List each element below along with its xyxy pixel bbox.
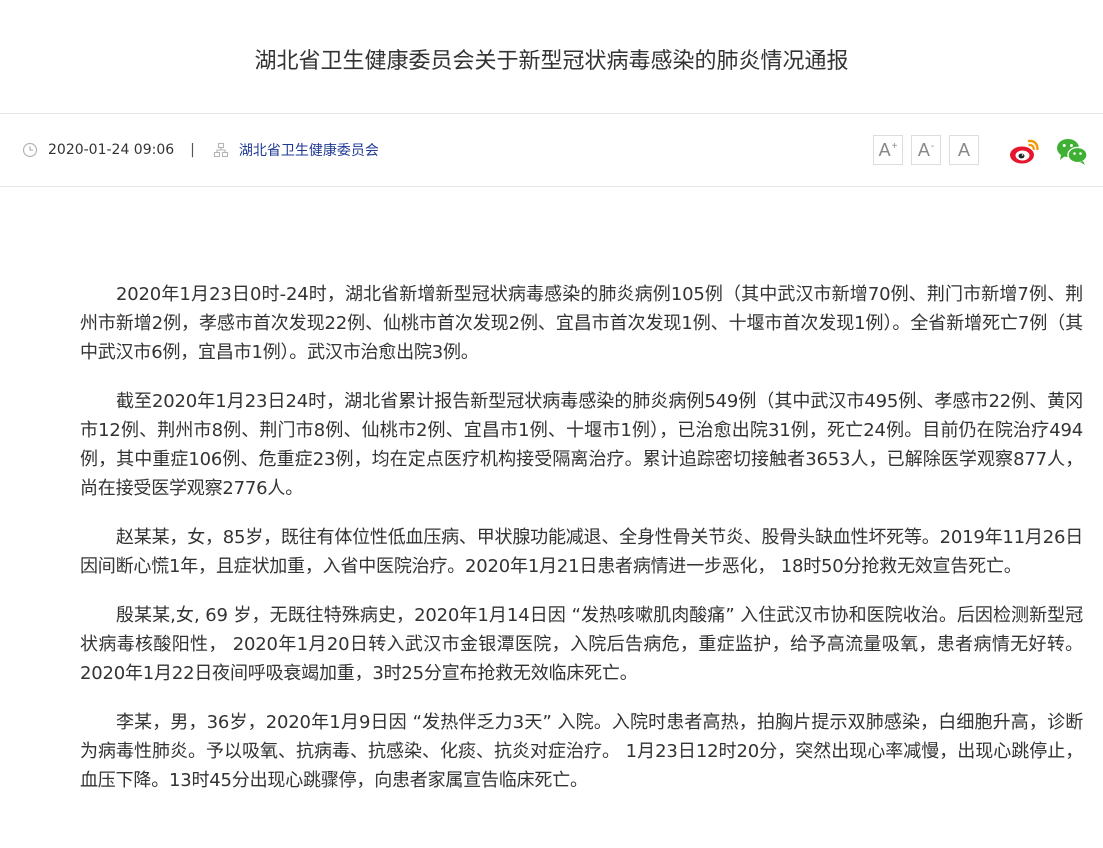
publish-date: 2020-01-24 09:06	[48, 142, 175, 158]
font-increase-label: A	[878, 139, 891, 160]
article-meta: 2020-01-24 09:06 | 湖北省卫生健康委员会	[22, 138, 379, 162]
title-bar: 湖北省卫生健康委员会关于新型冠状病毒感染的肺炎情况通报	[0, 0, 1103, 114]
font-size-controls: A + A- A	[873, 135, 987, 165]
paragraph: 赵某某，女，85岁，既往有体位性低血压病、甲状腺功能减退、全身性骨关节炎、股骨头…	[80, 527, 1083, 577]
font-increase-sup: +	[891, 140, 898, 152]
article-source: 湖北省卫生健康委员会	[238, 143, 379, 159]
font-decrease-sup: -	[930, 140, 935, 152]
clock-icon	[22, 142, 38, 158]
font-reset-label: A	[957, 139, 970, 160]
meta-separator: |	[190, 142, 195, 158]
font-decrease-label: A	[917, 139, 930, 160]
page-title: 湖北省卫生健康委员会关于新型冠状病毒感染的肺炎情况通报	[254, 49, 849, 74]
share-buttons	[1007, 134, 1103, 168]
paragraph: 2020年1月23日0时-24时，湖北省新增新型冠状病毒感染的肺炎病例105例（…	[80, 284, 1083, 363]
weibo-icon[interactable]	[1007, 134, 1041, 168]
article-meta-bar: 2020-01-24 09:06 | 湖北省卫生健康委员会 A + A- A	[0, 114, 1103, 187]
wechat-icon[interactable]	[1055, 134, 1089, 168]
paragraph: 李某，男，36岁，2020年1月9日因 “发热伴乏力3天” 入院。入院时患者高热…	[80, 712, 1083, 791]
organization-icon	[213, 142, 229, 158]
font-reset-button[interactable]: A	[949, 135, 979, 165]
font-decrease-button[interactable]: A-	[911, 135, 941, 165]
article-page: 湖北省卫生健康委员会关于新型冠状病毒感染的肺炎情况通报 2020-01-24 0…	[0, 0, 1103, 848]
article-body: 2020年1月23日0时-24时，湖北省新增新型冠状病毒感染的肺炎病例105例（…	[80, 280, 1083, 815]
paragraph: 截至2020年1月23日24时，湖北省累计报告新型冠状病毒感染的肺炎病例549例…	[80, 391, 1083, 499]
paragraph: 殷某某,女, 69 岁，无既往特殊病史，2020年1月14日因 “发热咳嗽肌肉酸…	[80, 605, 1083, 684]
font-increase-button[interactable]: A +	[873, 135, 903, 165]
